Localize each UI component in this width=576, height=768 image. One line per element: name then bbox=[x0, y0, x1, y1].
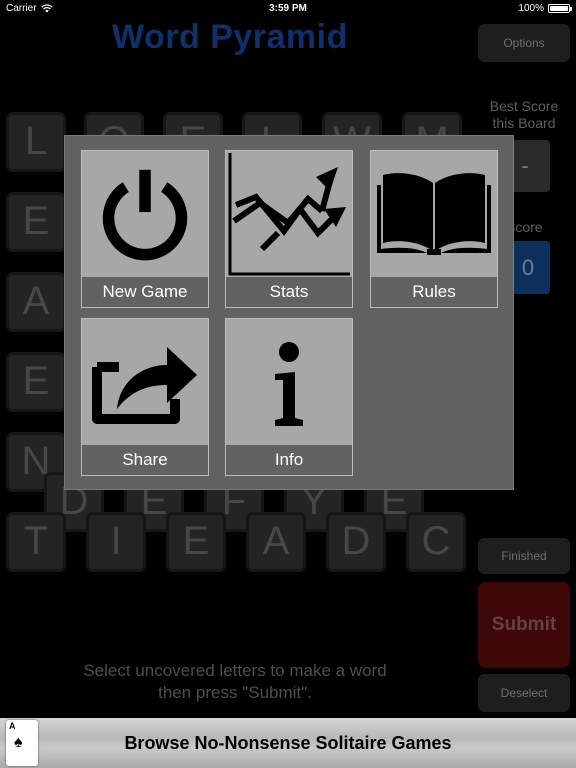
stats-label: Stats bbox=[226, 277, 352, 307]
finished-button[interactable]: Finished bbox=[478, 538, 570, 574]
instructions-line1: Select uncovered letters to make a word bbox=[83, 661, 387, 680]
new-game-label: New Game bbox=[82, 277, 208, 307]
open-book-icon bbox=[371, 151, 497, 277]
share-button[interactable]: Share bbox=[81, 318, 209, 476]
instructions-text: Select uncovered letters to make a word … bbox=[40, 660, 430, 704]
game-screen: Carrier 3:59 PM 100% Word Pyramid Option… bbox=[0, 0, 576, 768]
options-button[interactable]: Options bbox=[478, 24, 570, 62]
letter-tile[interactable]: A bbox=[246, 512, 306, 572]
best-score-label-line1: Best Score bbox=[489, 98, 559, 114]
best-score-label: Best Score this Board bbox=[478, 98, 570, 132]
letter-tile[interactable]: T bbox=[6, 512, 66, 572]
info-icon bbox=[226, 319, 352, 445]
letter-tile[interactable]: A bbox=[6, 272, 66, 332]
battery-percent: 100% bbox=[518, 3, 544, 14]
deselect-button[interactable]: Deselect bbox=[478, 674, 570, 712]
status-bar: Carrier 3:59 PM 100% bbox=[0, 0, 576, 18]
letter-tile[interactable]: E bbox=[166, 512, 226, 572]
letter-tile[interactable]: L bbox=[6, 112, 66, 172]
letter-tile[interactable]: E bbox=[6, 352, 66, 412]
rules-button[interactable]: Rules bbox=[370, 150, 498, 308]
letter-tile[interactable]: I bbox=[86, 512, 146, 572]
ad-text: Browse No-Nonsense Solitaire Games bbox=[124, 733, 452, 753]
battery-icon bbox=[548, 4, 572, 13]
letter-tile[interactable]: E bbox=[6, 192, 66, 252]
ad-banner[interactable]: A ♠ Browse No-Nonsense Solitaire Games bbox=[0, 718, 576, 768]
info-button[interactable]: Info bbox=[225, 318, 353, 476]
info-label: Info bbox=[226, 445, 352, 475]
letter-tile[interactable]: C bbox=[406, 512, 466, 572]
menu-panel: New Game Stats Rules Share Info bbox=[64, 135, 514, 490]
instructions-line2: then press "Submit". bbox=[158, 683, 312, 702]
share-icon bbox=[82, 319, 208, 445]
letter-tile[interactable]: D bbox=[326, 512, 386, 572]
stats-chart-icon bbox=[226, 151, 352, 277]
battery-indicator: 100% bbox=[518, 3, 572, 14]
best-score-label-line2: this Board bbox=[492, 115, 556, 131]
score-label: Score bbox=[506, 219, 543, 235]
rules-label: Rules bbox=[371, 277, 497, 307]
clock: 3:59 PM bbox=[269, 3, 307, 14]
stats-button[interactable]: Stats bbox=[225, 150, 353, 308]
share-label: Share bbox=[82, 445, 208, 475]
new-game-button[interactable]: New Game bbox=[81, 150, 209, 308]
app-title: Word Pyramid bbox=[112, 18, 348, 56]
submit-button[interactable]: Submit bbox=[478, 582, 570, 668]
power-icon bbox=[82, 151, 208, 277]
